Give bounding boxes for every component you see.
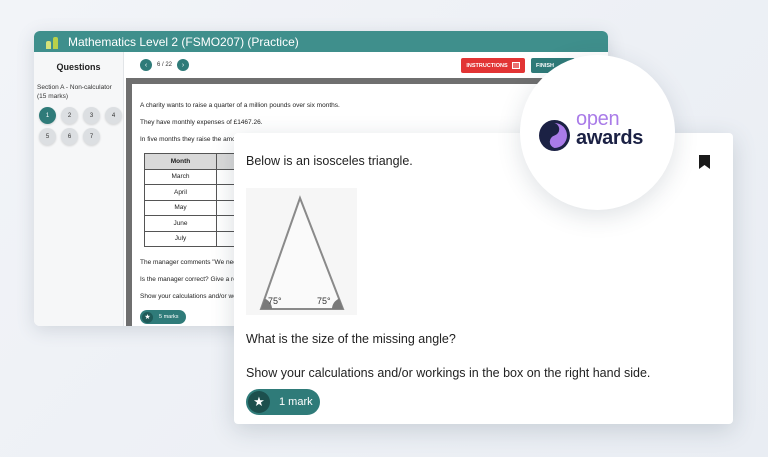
instructions-label: INSTRUCTIONS	[466, 62, 508, 69]
triangle-figure: 75° 75°	[246, 188, 357, 315]
finish-label: FINISH	[536, 62, 555, 69]
table-cell: May	[144, 199, 217, 216]
table-cell: March	[144, 168, 217, 185]
angle-right-label: 75°	[317, 296, 331, 306]
toolbar: ‹ 6 / 22 › INSTRUCTIONS FINISH	[126, 52, 608, 78]
isosceles-triangle-image: 75° 75°	[259, 195, 345, 310]
question-button-7[interactable]: 7	[83, 128, 100, 145]
table-cell: July	[144, 230, 217, 247]
pager: ‹ 6 / 22 ›	[140, 59, 190, 71]
table-cell: April	[144, 184, 217, 201]
card-question-text: Below is an isosceles triangle.	[246, 154, 413, 168]
open-awards-logo-icon	[539, 120, 570, 151]
question-button-2[interactable]: 2	[61, 107, 78, 124]
section-label: Section A - Non-calculator (15 marks)	[37, 84, 112, 100]
page-indicator: 6 / 22	[157, 62, 173, 68]
card-instruction: Show your calculations and/or workings i…	[246, 366, 651, 380]
star-icon: ★	[142, 311, 153, 323]
instructions-button[interactable]: INSTRUCTIONS	[461, 58, 525, 73]
marks-label: 5 marks	[159, 314, 179, 320]
question-button-4[interactable]: 4	[105, 107, 122, 124]
window-title: Mathematics Level 2 (FSMO207) (Practice)	[68, 34, 299, 49]
mark-badge: ★ 1 mark	[246, 389, 320, 415]
marks-badge: ★ 5 marks	[140, 310, 186, 324]
question-button-5[interactable]: 5	[39, 128, 56, 145]
question-button-3[interactable]: 3	[83, 107, 100, 124]
question-button-1[interactable]: 1	[39, 107, 56, 124]
brand-word-awards: awards	[576, 127, 644, 149]
card-prompt: What is the size of the missing angle?	[246, 332, 456, 346]
question-grid: 1 2 3 4 5 6 7	[39, 107, 123, 145]
book-icon	[511, 62, 520, 69]
chevron-right-icon[interactable]: ›	[177, 59, 190, 71]
bookmark-icon[interactable]	[699, 155, 710, 169]
star-icon: ★	[248, 391, 270, 413]
question-button-6[interactable]: 6	[61, 128, 78, 145]
mark-label: 1 mark	[279, 396, 313, 408]
angle-left-label: 75°	[268, 296, 282, 306]
table-header: Month	[144, 153, 217, 170]
questions-sidebar: Questions Section A - Non-calculator (15…	[34, 52, 124, 326]
app-logo-icon	[44, 35, 60, 49]
sidebar-title: Questions	[56, 62, 101, 72]
title-bar: Mathematics Level 2 (FSMO207) (Practice)	[34, 31, 608, 52]
brand-badge: open awards	[520, 55, 675, 210]
chevron-left-icon[interactable]: ‹	[140, 59, 152, 71]
table-cell: June	[144, 215, 217, 232]
